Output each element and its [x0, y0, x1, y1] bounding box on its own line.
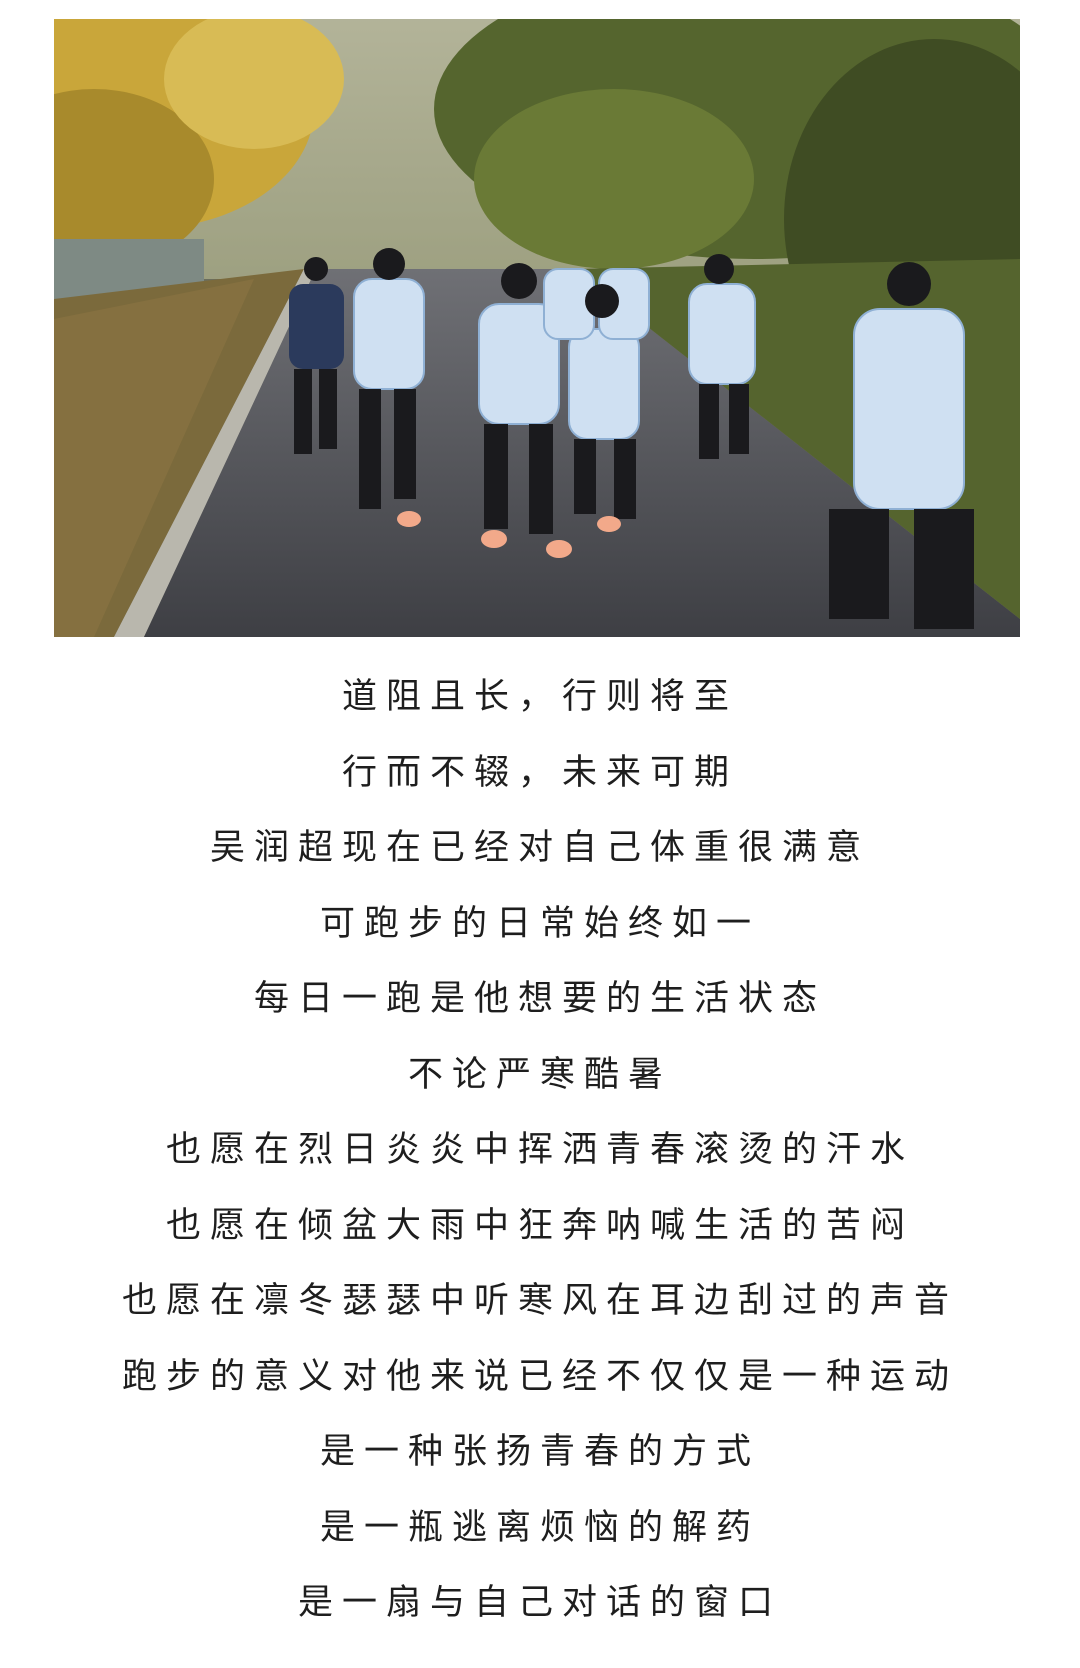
caption-line: 也愿在烈日炎炎中挥洒青春滚烫的汗水 [165, 1130, 914, 1170]
caption-line: 可跑步的日常始终如一 [319, 903, 760, 944]
caption-line: 也愿在倾盆大雨中狂奔呐喊生活的苦闷 [165, 1205, 914, 1246]
photo-illustration [54, 19, 1020, 637]
caption-line: 跑步的意义对他来说已经不仅仅是一种运动 [121, 1356, 958, 1397]
caption-line: 不论严寒酷暑 [407, 1054, 672, 1095]
caption-line: 是一种张扬青春的方式 [319, 1432, 760, 1472]
caption-line: 行而不辍，未来可期 [341, 752, 738, 793]
running-group-photo [54, 19, 1020, 637]
caption-line: 每日一跑是他想要的生活状态 [253, 979, 826, 1019]
caption-line: 吴润超现在已经对自己体重很满意 [209, 828, 870, 868]
caption-line: 是一扇与自己对话的窗口 [297, 1583, 782, 1623]
caption-line: 也愿在凛冬瑟瑟中听寒风在耳边刮过的声音 [121, 1281, 958, 1321]
caption-line: 道阻且长，行则将至 [341, 677, 738, 717]
caption-line: 是一瓶逃离烦恼的解药 [319, 1507, 760, 1548]
caption-lines: 道阻且长，行则将至 行而不辍，未来可期 吴润超现在已经对自己体重很满意 可跑步的… [0, 660, 1080, 1642]
